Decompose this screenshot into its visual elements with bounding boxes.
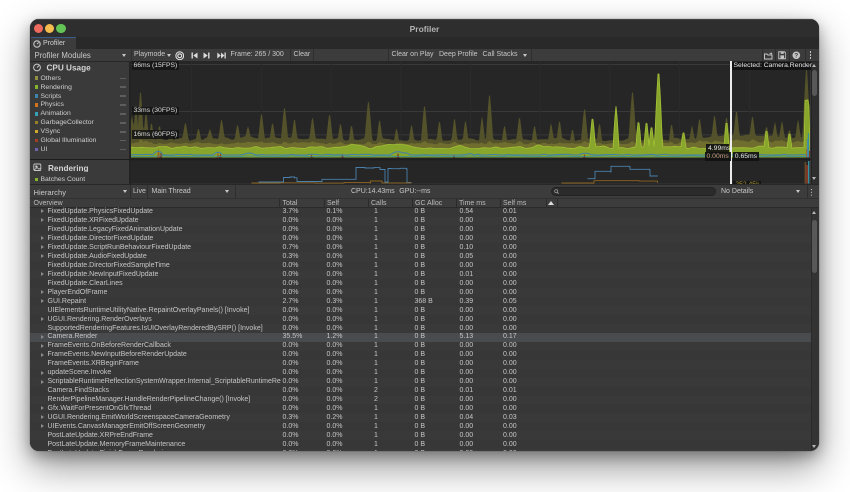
svg-text:CPU Usage: CPU Usage xyxy=(47,63,92,72)
svg-text:Rendering: Rendering xyxy=(48,163,89,172)
svg-text:?: ? xyxy=(794,53,798,60)
